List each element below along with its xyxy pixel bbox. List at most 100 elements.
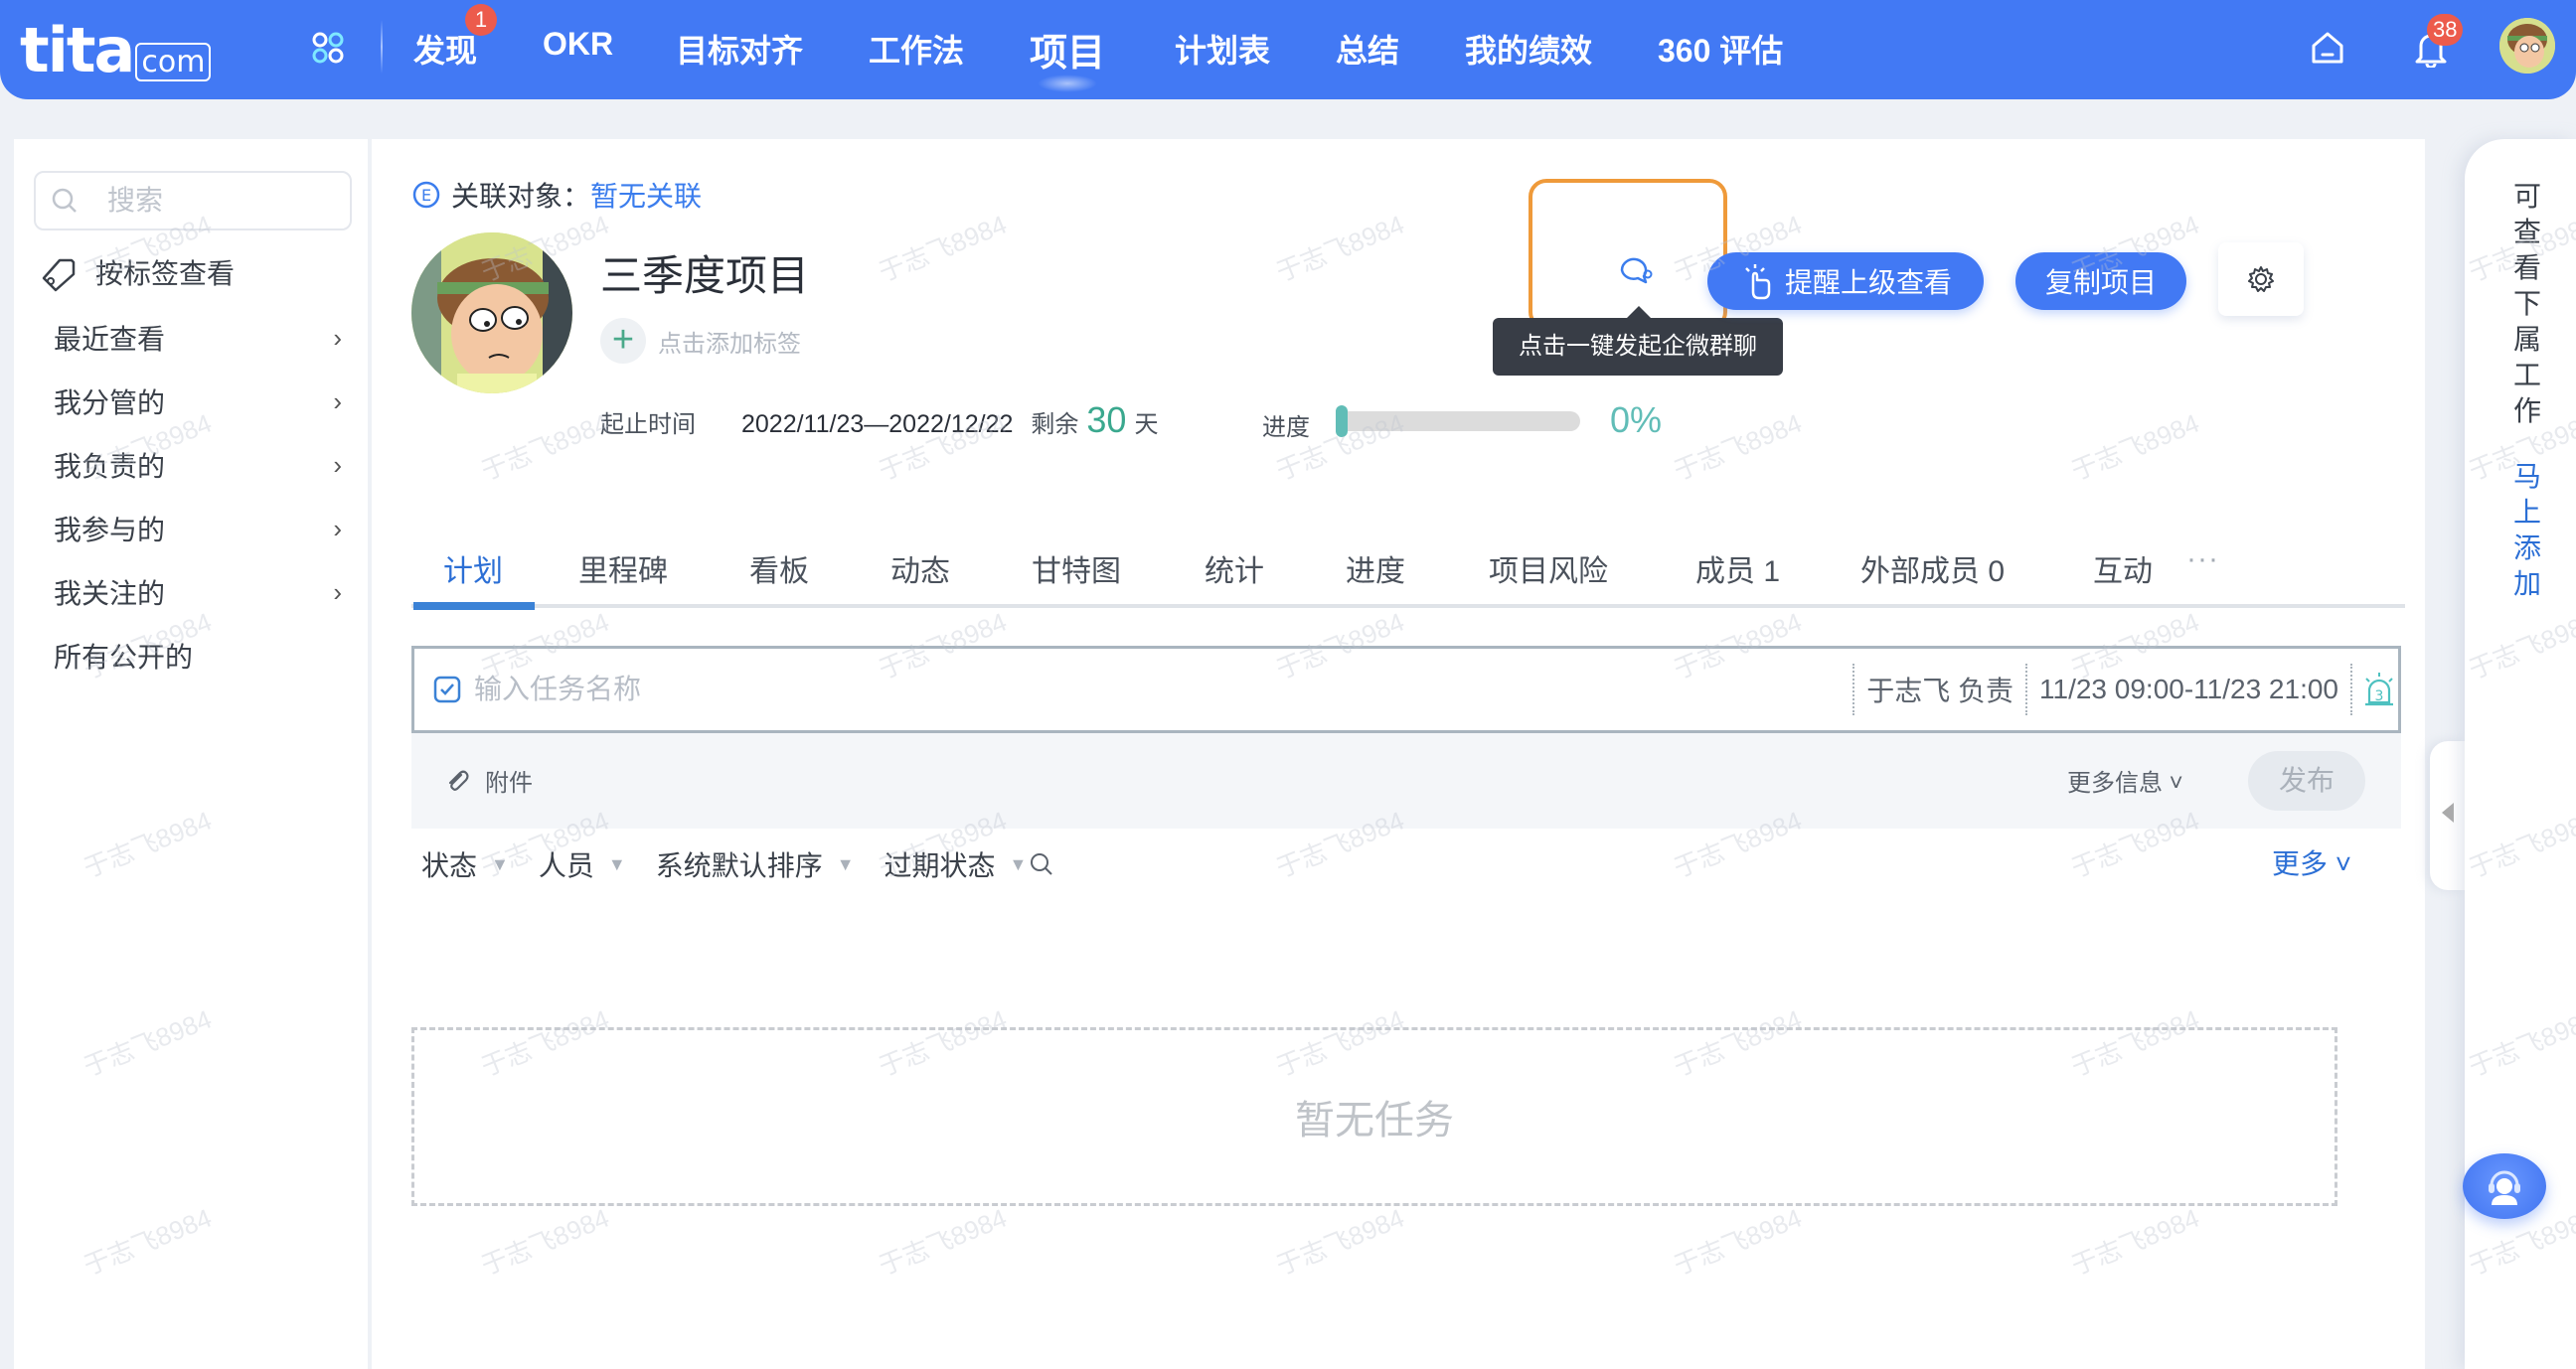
chevron-right-icon: › <box>333 576 342 607</box>
copy-project-button[interactable]: 复制项目 <box>2015 252 2186 310</box>
chat-tooltip: 点击一键发起企微群聊 <box>1493 306 1783 376</box>
related-object-icon: E <box>412 181 440 209</box>
subordinate-hint: 可查看下属工作 <box>2512 181 2541 426</box>
date-range[interactable]: 2022/11/23—2022/12/22 <box>741 410 1013 439</box>
filter-status[interactable]: 状态 <box>421 844 477 884</box>
nav-goal-alignment[interactable]: 目标对齐 <box>676 26 803 72</box>
tab-progress[interactable]: 进度 <box>1346 546 1405 604</box>
dropdown-triangle-icon[interactable]: ▼ <box>608 854 626 875</box>
sidebar-item-responsible[interactable]: 我负责的 › <box>54 445 342 485</box>
logo-text: tita <box>20 14 135 86</box>
reminder-alarm-icon[interactable]: 3 <box>2360 671 2398 708</box>
progress-percent: 0% <box>1610 399 1663 440</box>
tap-hand-icon <box>1745 264 1771 300</box>
tab-kanban[interactable]: 看板 <box>749 546 809 604</box>
task-time-range[interactable]: 11/23 09:00-11/23 21:00 <box>2027 674 2350 705</box>
more-info-dropdown[interactable]: 更多信息 ˅ <box>2067 763 2183 798</box>
progress-bar[interactable] <box>1336 405 1580 437</box>
tab-gantt[interactable]: 甘特图 <box>1032 546 1121 604</box>
dropdown-triangle-icon[interactable]: ▼ <box>837 854 855 875</box>
attachment-button[interactable]: 附件 <box>443 763 533 798</box>
add-tag-button[interactable]: + 点击添加标签 <box>600 318 801 364</box>
more-filters-dropdown[interactable]: 更多 ˅ <box>2272 842 2351 882</box>
tag-icon <box>42 258 76 292</box>
project-main-panel: E 关联对象： 暂无关联 三季度项目 + 点击添加标签 起止时间 2022/11… <box>372 139 2425 1369</box>
collapse-panel-handle[interactable] <box>2430 741 2466 890</box>
logo-suffix: com <box>135 43 212 81</box>
tab-activity[interactable]: 动态 <box>890 546 950 604</box>
date-label: 起止时间 <box>600 411 696 438</box>
task-filters: 状态 ▼ 人员 ▼ 系统默认排序 ▼ 过期状态 ▼ <box>421 844 1054 884</box>
dropdown-triangle-icon[interactable]: ▼ <box>491 854 509 875</box>
related-value-link[interactable]: 暂无关联 <box>590 175 702 215</box>
filter-overdue[interactable]: 过期状态 <box>885 844 996 884</box>
tab-members[interactable]: 成员 1 <box>1695 546 1780 604</box>
chevron-right-icon: › <box>333 385 342 416</box>
add-tag-label: 点击添加标签 <box>658 330 801 358</box>
sidebar-item-public[interactable]: 所有公开的 <box>54 636 342 676</box>
checkbox-icon <box>433 676 461 703</box>
nav-summary[interactable]: 总结 <box>1336 26 1399 72</box>
empty-text: 暂无任务 <box>1295 1099 1454 1142</box>
chevron-right-icon: › <box>333 513 342 543</box>
progress-label: 进度 <box>1262 414 1310 441</box>
nav-work-method[interactable]: 工作法 <box>869 26 964 72</box>
home-icon[interactable] <box>2308 28 2347 68</box>
tab-external-members[interactable]: 外部成员 0 <box>1860 546 2005 604</box>
nav-plan-table[interactable]: 计划表 <box>1175 26 1270 72</box>
nav-my-performance[interactable]: 我的绩效 <box>1465 26 1592 72</box>
left-sidebar: 按标签查看 最近查看› 我分管的› 我负责的› 我参与的› 我关注的› 所有公开… <box>14 139 368 1369</box>
customer-support-button[interactable] <box>2463 1153 2546 1219</box>
project-avatar[interactable] <box>411 232 572 393</box>
sidebar-search-input[interactable] <box>107 185 326 217</box>
remaining-unit: 天 <box>1134 411 1159 438</box>
search-icon[interactable] <box>1029 851 1054 877</box>
filter-sort[interactable]: 系统默认排序 <box>656 844 823 884</box>
tita-logo[interactable]: tita com <box>20 14 212 86</box>
sidebar-item-supervised[interactable]: 我分管的 › <box>54 381 342 421</box>
remind-superior-button[interactable]: 提醒上级查看 <box>1707 252 1984 310</box>
nav-360-evaluation[interactable]: 360 评估 <box>1658 26 1783 72</box>
filter-person[interactable]: 人员 <box>539 844 594 884</box>
task-name-input[interactable] <box>474 674 1766 705</box>
svg-text:3: 3 <box>2375 688 2384 704</box>
user-avatar[interactable] <box>2499 18 2555 74</box>
sidebar-item-recent[interactable]: 最近查看 › <box>54 318 342 358</box>
project-title[interactable]: 三季度项目 <box>600 242 809 303</box>
settings-button[interactable] <box>2218 242 2304 316</box>
task-owner[interactable]: 于志飞 负责 <box>1854 670 2025 709</box>
remind-button-label: 提醒上级查看 <box>1784 267 1952 298</box>
apps-icon[interactable] <box>310 30 346 66</box>
svg-text:E: E <box>421 186 431 205</box>
chevron-right-icon: › <box>333 322 342 353</box>
sidebar-search[interactable] <box>34 171 352 230</box>
chevron-right-icon: › <box>333 449 342 480</box>
related-object: E 关联对象： 暂无关联 <box>411 175 702 215</box>
tab-interaction[interactable]: 互动 <box>2093 546 2153 604</box>
task-tools-bar: 附件 更多信息 ˅ 发布 <box>411 733 2401 829</box>
more-tabs-icon[interactable]: ··· <box>2186 542 2219 576</box>
nav-okr[interactable]: OKR <box>543 26 613 63</box>
tab-milestone[interactable]: 里程碑 <box>578 546 668 604</box>
paperclip-icon <box>448 770 469 791</box>
progress-bar-fill[interactable] <box>1336 405 1348 437</box>
attachment-label: 附件 <box>485 770 533 797</box>
tab-statistics[interactable]: 统计 <box>1205 546 1264 604</box>
tab-plan[interactable]: 计划 <box>413 546 535 610</box>
sidebar-item-followed[interactable]: 我关注的 › <box>54 572 342 612</box>
remaining-days: 30 <box>1086 399 1127 440</box>
search-icon <box>52 188 77 213</box>
headset-support-icon <box>2489 1170 2520 1205</box>
tab-project-risk[interactable]: 项目风险 <box>1489 546 1608 604</box>
view-by-tag[interactable]: 按标签查看 <box>40 252 235 292</box>
sidebar-item-participated[interactable]: 我参与的 › <box>54 509 342 548</box>
dropdown-triangle-icon[interactable]: ▼ <box>1010 854 1028 875</box>
nav-discover[interactable]: 发现 1 <box>413 4 497 72</box>
nav-project[interactable]: 项目 <box>1030 22 1105 92</box>
related-label: 关联对象： <box>451 181 591 212</box>
project-dates: 起止时间 2022/11/23—2022/12/22 剩余 30 天 <box>600 399 1158 441</box>
plus-icon: + <box>600 318 646 364</box>
add-now-link[interactable]: 马上添加 <box>2512 459 2542 602</box>
publish-button[interactable]: 发布 <box>2248 751 2365 811</box>
empty-task-placeholder: 暂无任务 <box>411 1027 2337 1206</box>
